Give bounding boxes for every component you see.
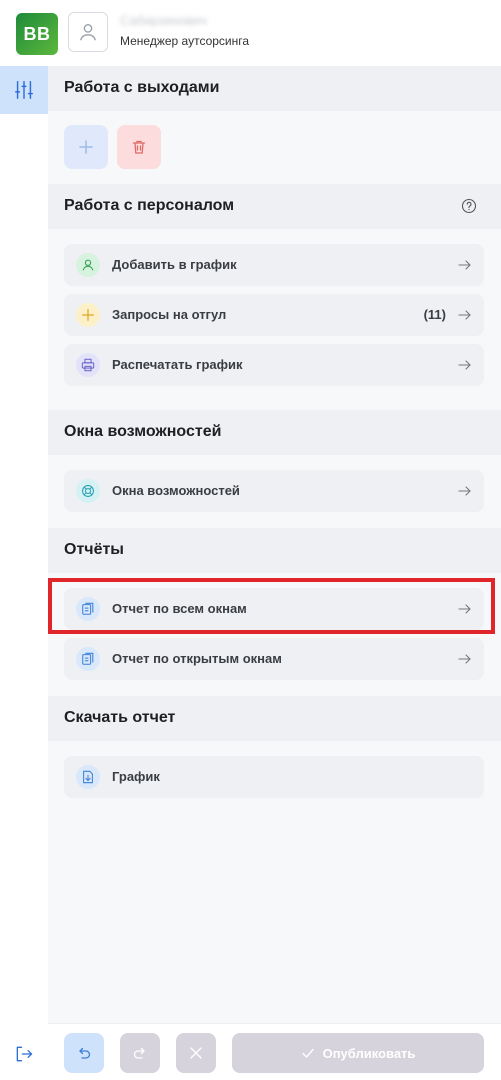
publish-label: Опубликовать: [322, 1045, 416, 1061]
section-shifts-header: Работа с выходами: [48, 66, 501, 111]
section-reports-header: Отчёты: [48, 528, 501, 573]
arrow-right-icon: [458, 486, 471, 496]
logout-button[interactable]: [12, 1042, 36, 1066]
print-schedule-row[interactable]: Распечатать график: [64, 344, 484, 386]
sidebar: [0, 66, 48, 1079]
section-download-header: Скачать отчет: [48, 696, 501, 741]
arrow-right-icon: [458, 360, 471, 370]
time-off-requests-row[interactable]: Запросы на отгул (11): [64, 294, 484, 336]
check-icon: [301, 1048, 314, 1058]
delete-shift-button[interactable]: [117, 125, 161, 169]
undo-button[interactable]: [64, 1033, 104, 1073]
user-icon: [79, 23, 97, 41]
publish-button[interactable]: Опубликовать: [232, 1033, 484, 1073]
download-schedule-row[interactable]: График: [64, 756, 484, 798]
opportunity-windows-row[interactable]: Окна возможностей: [64, 470, 484, 512]
trash-icon: [132, 140, 146, 154]
add-to-schedule-row[interactable]: Добавить в график: [64, 244, 484, 286]
report-all-windows-row[interactable]: Отчет по всем окнам: [64, 588, 484, 630]
download-file-icon: [76, 765, 100, 789]
main-panel: Работа с выходами Работа с персоналом До…: [48, 66, 501, 1023]
arrow-right-icon: [458, 310, 471, 320]
arrow-right-icon: [458, 654, 471, 664]
close-icon: [190, 1047, 202, 1059]
section-title: Окна возможностей: [64, 423, 222, 440]
redo-icon: [133, 1047, 145, 1059]
help-icon[interactable]: [461, 198, 477, 214]
row-label: Запросы на отгул: [112, 307, 227, 322]
report-icon: [76, 597, 100, 621]
app-logo: BB: [16, 13, 58, 55]
undo-icon: [79, 1047, 91, 1059]
cancel-button[interactable]: [176, 1033, 216, 1073]
add-user-icon: [76, 253, 100, 277]
redo-button[interactable]: [120, 1033, 160, 1073]
section-title: Скачать отчет: [64, 709, 176, 726]
report-open-windows-row[interactable]: Отчет по открытым окнам: [64, 638, 484, 680]
row-label: График: [112, 769, 160, 784]
section-opportunities-header: Окна возможностей: [48, 410, 501, 455]
row-label: Распечатать график: [112, 357, 243, 372]
row-label: Отчет по всем окнам: [112, 601, 247, 616]
row-label: Окна возможностей: [112, 483, 240, 498]
section-title: Отчёты: [64, 541, 124, 558]
user-role: Менеджер аутсорсинга: [120, 34, 250, 48]
row-label: Добавить в график: [112, 257, 237, 272]
avatar[interactable]: [68, 12, 108, 52]
lifebuoy-icon: [76, 479, 100, 503]
logout-icon: [16, 1046, 33, 1062]
plus-icon: [79, 140, 93, 154]
report-icon: [76, 647, 100, 671]
row-label: Отчет по открытым окнам: [112, 651, 282, 666]
add-shift-button[interactable]: [64, 125, 108, 169]
app-header: BB Сабирзянович Менеджер аутсорсинга: [0, 0, 501, 66]
arrow-right-icon: [458, 260, 471, 270]
section-staff-header: Работа с персоналом: [48, 184, 501, 229]
print-icon: [76, 353, 100, 377]
filters-button[interactable]: [0, 66, 48, 114]
arrow-right-icon: [458, 604, 471, 614]
plus-icon: [76, 303, 100, 327]
requests-count: (11): [423, 307, 446, 322]
sliders-icon: [15, 81, 33, 99]
user-name: Сабирзянович: [120, 13, 207, 28]
section-title: Работа с выходами: [64, 79, 220, 96]
footer-toolbar: Опубликовать: [48, 1023, 501, 1080]
section-title: Работа с персоналом: [64, 197, 235, 214]
